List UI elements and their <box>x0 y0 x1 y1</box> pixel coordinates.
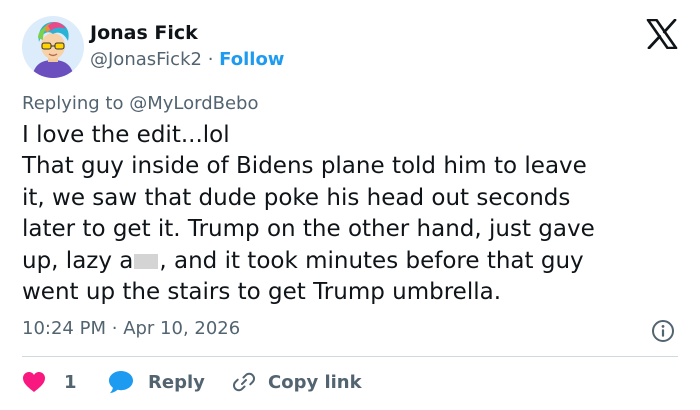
x-logo-icon[interactable] <box>646 19 678 49</box>
replying-mention[interactable]: @MyLordBebo <box>129 93 258 114</box>
tweet-line: went up the stairs to get Trump umbrella… <box>22 279 502 306</box>
heart-icon <box>23 372 45 392</box>
like-count: 1 <box>64 371 77 393</box>
avatar[interactable] <box>22 16 84 78</box>
follow-button[interactable]: Follow <box>219 49 284 70</box>
reply-label: Reply <box>148 371 205 393</box>
tweet-line-part: up, lazy a <box>22 247 134 274</box>
like-button[interactable]: 1 <box>22 367 77 397</box>
tweet-time: 10:24 PM <box>22 318 106 339</box>
tweet-line: up, lazy a , and it took minutes before t… <box>22 246 682 277</box>
tweet-date: Apr 10, 2026 <box>123 318 241 339</box>
replying-prefix: Replying to <box>22 93 124 114</box>
tweet-line: later to get it. Trump on the other hand… <box>22 216 595 243</box>
divider <box>22 356 678 357</box>
author-handle-row: @JonasFick2 · Follow <box>90 49 284 70</box>
handle-separator: · <box>207 49 214 70</box>
replying-to: Replying to @MyLordBebo <box>22 93 259 114</box>
avatar-image <box>22 16 84 78</box>
timestamp-separator: · <box>111 318 118 339</box>
author-handle[interactable]: @JonasFick2 <box>90 49 202 70</box>
tweet-text: I love the edit...lol That guy inside of… <box>22 120 682 308</box>
tweet-line: That guy inside of Bidens plane told him… <box>22 153 587 180</box>
info-icon[interactable] <box>651 319 675 343</box>
tweet-card: Jonas Fick @JonasFick2 · Follow Replying… <box>0 0 700 410</box>
link-icon <box>232 372 256 392</box>
reply-bubble-icon <box>109 371 133 393</box>
censor-block <box>134 253 159 269</box>
tweet-timestamp[interactable]: 10:24 PM · Apr 10, 2026 <box>22 318 240 339</box>
tweet-line: it, we saw that dude poke his head out s… <box>22 184 571 211</box>
copy-link-label: Copy link <box>268 371 362 393</box>
tweet-line-part: , and it took minutes before that guy <box>159 247 584 274</box>
copy-link-button[interactable]: Copy link <box>232 367 362 397</box>
tweet-line: I love the edit...lol <box>22 122 230 148</box>
author-name[interactable]: Jonas Fick <box>90 22 198 44</box>
reply-button[interactable]: Reply <box>108 367 205 397</box>
